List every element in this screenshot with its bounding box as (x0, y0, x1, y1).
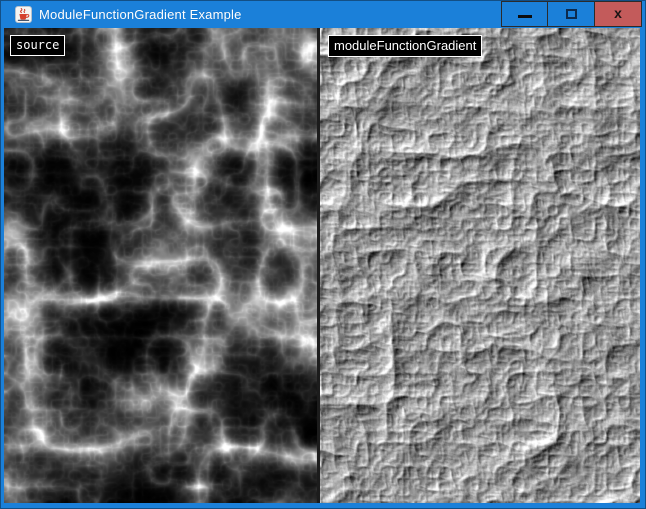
source-image (4, 28, 317, 503)
gradient-panel: moduleFunctionGradient (320, 28, 640, 503)
maximize-icon (566, 9, 577, 19)
module-function-gradient-image (320, 28, 640, 503)
source-panel: source (4, 28, 317, 503)
app-window: ModuleFunctionGradient Example x source … (0, 0, 646, 509)
minimize-icon (518, 15, 532, 18)
close-button[interactable]: x (595, 1, 642, 27)
titlebar[interactable]: ModuleFunctionGradient Example x (0, 0, 646, 28)
java-coffee-cup-icon (15, 6, 32, 23)
image-viewport: source moduleFunctionGradient (4, 28, 640, 503)
close-icon: x (614, 6, 622, 20)
maximize-button[interactable] (548, 1, 595, 27)
gradient-label: moduleFunctionGradient (328, 35, 482, 57)
source-label: source (10, 35, 65, 56)
window-controls: x (501, 1, 642, 27)
window-title: ModuleFunctionGradient Example (39, 7, 242, 22)
minimize-button[interactable] (501, 1, 548, 27)
